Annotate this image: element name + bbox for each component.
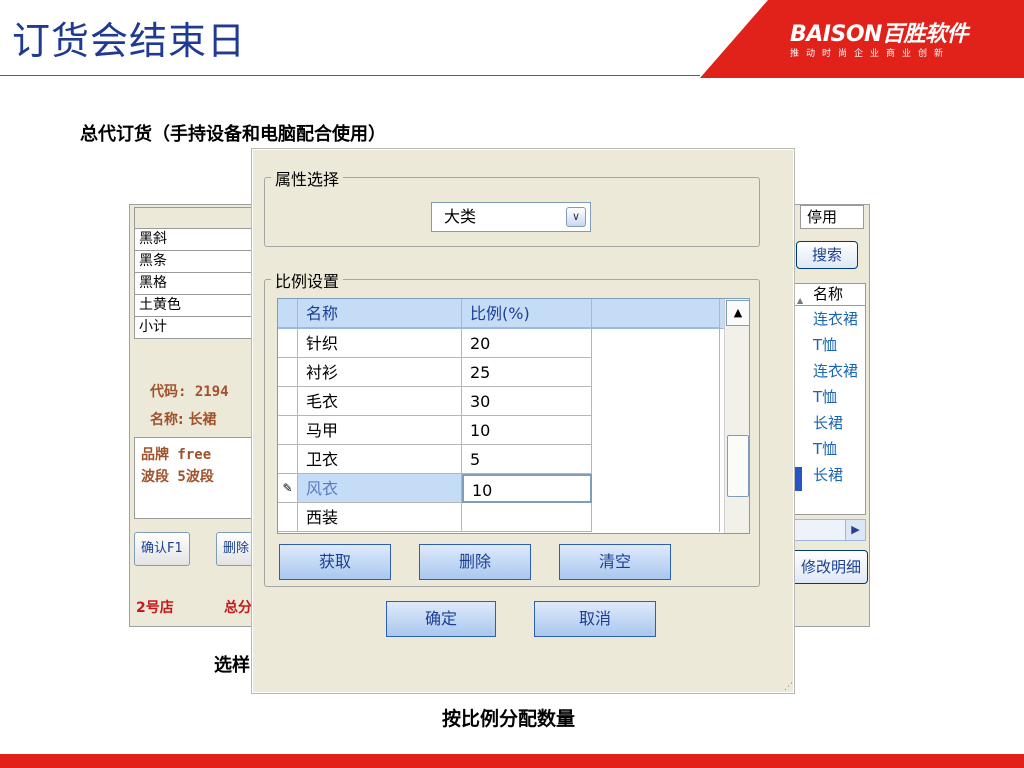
ratio-group: 比例设置 名称 比例(%) 针织 20 衬衫 25 毛衣 30 马甲 10 卫衣… [264,268,760,587]
vertical-scrollbar[interactable]: ▲ [724,299,749,533]
cell-ratio[interactable]: 5 [462,445,592,474]
list-item[interactable]: T恤 [795,332,865,358]
row-indicator [278,329,298,358]
ratio-group-title: 比例设置 [271,268,344,292]
cell-ratio[interactable]: 25 [462,358,592,387]
column-header-name[interactable]: 名称 [298,299,462,328]
ratio-grid: 名称 比例(%) 针织 20 衬衫 25 毛衣 30 马甲 10 卫衣 5 ✎ … [277,298,750,534]
subtotal-row[interactable]: 小计 [134,317,254,339]
cell-name[interactable]: 毛衣 [298,387,462,416]
ratio-edit-input[interactable]: 10 [462,474,592,503]
cell-name-selected[interactable]: 风衣 [298,474,462,503]
list-header[interactable]: ▲ 名称 [795,284,865,306]
resize-grip-icon[interactable]: ⋰ [784,683,793,692]
color-row[interactable]: 黑斜 [134,229,254,251]
bottom-accent-bar [0,754,1024,768]
wave-line: 波段 5波段 [141,469,214,485]
search-button[interactable]: 搜索 [796,241,858,269]
column-header-blank [592,299,720,328]
store-label: 2号店 [136,600,174,616]
row-indicator [278,416,298,445]
baison-logo: BAISON百胜软件 [790,22,968,47]
color-table-header [134,207,254,229]
brand-line: 品牌 free [141,447,212,463]
ratio-dialog: 属性选择 大类 ∨ 比例设置 名称 比例(%) 针织 20 衬衫 25 毛衣 3… [251,148,795,694]
cancel-button[interactable]: 取消 [534,601,656,637]
list-item[interactable]: T恤 [795,384,865,410]
delete-button-bg[interactable]: 删除 [216,532,256,566]
cell-name[interactable]: 马甲 [298,416,462,445]
row-indicator [278,503,298,532]
scroll-up-icon[interactable]: ▲ [726,300,749,326]
modify-detail-button[interactable]: 修改明细 [784,550,868,584]
edit-pencil-icon: ✎ [278,474,298,503]
column-header-ratio[interactable]: 比例(%) [462,299,592,328]
list-header-label: 名称 [813,285,844,303]
row-indicator [278,358,298,387]
list-item[interactable]: 连衣裙 [795,306,865,332]
attribute-select-value: 大类 [444,207,477,226]
cell-ratio[interactable]: 20 [462,329,592,358]
color-row[interactable]: 黑格 [134,273,254,295]
slide-subtitle: 总代订货（手持设备和电脑配合使用） [80,124,386,145]
total-label: 总分 [224,600,252,616]
attribute-select[interactable]: 大类 ∨ [431,202,591,232]
product-name: 名称: 长裙 [150,412,217,428]
disabled-column-header: 停用 [800,205,864,229]
slide-title: 订货会结束日 [12,19,247,63]
cell-ratio[interactable]: 10 [462,416,592,445]
chevron-down-icon[interactable]: ∨ [566,207,586,227]
cell-blank [592,503,720,532]
cell-name[interactable]: 西装 [298,503,462,532]
row-indicator [278,445,298,474]
cell-name[interactable]: 卫衣 [298,445,462,474]
attribute-group-title: 属性选择 [271,166,344,190]
fetch-button[interactable]: 获取 [279,544,391,580]
cut-label: 选样 [214,655,250,676]
clear-button[interactable]: 清空 [559,544,671,580]
row-indicator [278,387,298,416]
cell-name[interactable]: 针织 [298,329,462,358]
cell-ratio[interactable]: 30 [462,387,592,416]
cell-blank [592,474,720,503]
product-info-box: 品牌 free 波段 5波段 [134,437,254,519]
cell-blank [592,329,720,358]
title-underline [0,75,700,76]
grid-button-row: 获取 删除 清空 [279,544,745,584]
header-indicator [278,299,298,328]
selected-row-marker [794,467,802,491]
scroll-right-icon[interactable]: ▶ [845,520,865,540]
horizontal-scrollbar[interactable]: ▶ [794,519,866,541]
list-item[interactable]: T恤 [795,436,865,462]
list-item[interactable]: 连衣裙 [795,358,865,384]
delete-button[interactable]: 删除 [419,544,531,580]
color-table: 黑斜 黑条 黑格 土黄色 小计 [134,207,254,339]
logo-tagline: 推动时尚企业商业创新 [790,49,951,59]
sort-up-icon: ▲ [797,296,804,305]
cell-blank [592,387,720,416]
cell-blank [592,416,720,445]
ok-button[interactable]: 确定 [386,601,496,637]
attribute-group: 属性选择 大类 ∨ [264,166,760,247]
slide-caption: 按比例分配数量 [442,708,576,730]
cell-blank [592,358,720,387]
scroll-thumb[interactable] [727,435,749,497]
product-code: 代码: 2194 [150,384,229,400]
cell-name[interactable]: 衬衫 [298,358,462,387]
list-item[interactable]: 长裙 [795,462,865,488]
color-row[interactable]: 土黄色 [134,295,254,317]
color-row[interactable]: 黑条 [134,251,254,273]
cell-ratio[interactable] [462,503,592,532]
product-list: ▲ 名称 连衣裙 T恤 连衣裙 T恤 长裙 T恤 长裙 [794,283,866,515]
confirm-f1-button[interactable]: 确认F1 [134,532,190,566]
cell-blank [592,445,720,474]
list-item[interactable]: 长裙 [795,410,865,436]
